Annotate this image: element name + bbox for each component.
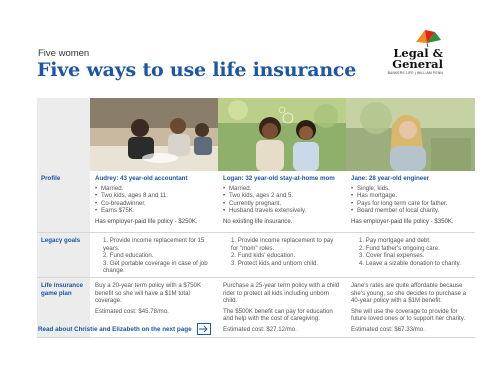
existing-policy: Has employer-paid life policy - $250K. [95,217,198,225]
profile-jane: Jane: 28 year-old engineer Single, kids.… [346,171,475,233]
table-header-blank [37,98,90,171]
plan-text: Jane's rates are quite affordable becaus… [351,282,466,305]
list-item: 1. Provide income replacement to pay for… [231,237,334,252]
goals-audrey: 1. Provide income replacement for 15 yea… [90,233,218,278]
profile-list: Married. Two kids, ages 8 and 11. Co-bre… [95,185,213,215]
goals-jane: 1. Pay mortgage and debt. 2. Fund father… [346,233,475,278]
list-item: Pays for long term care for father. [351,200,470,208]
profile-logan: Logan: 32 year-old stay-at-home mom Marr… [218,171,346,233]
photo-jane [346,98,475,171]
profile-audrey: Audrey: 43 year-old accountant Married. … [90,171,218,233]
goals-logan: 1. Provide income replacement to pay for… [218,233,346,278]
jane-photo-image [346,98,475,171]
persona-title: Jane: 28 year-old engineer [351,175,430,182]
list-item: Currently pregnant. [223,200,341,208]
list-item: 2. Fund education. [103,252,154,260]
row-label-legacy-goals: Legacy goals [37,233,90,278]
existing-policy: No existing life insurance. [223,217,293,225]
comparison-table: Profile Audrey: 43 year-old accountant M… [37,98,475,338]
list-item: 1. Pay mortgage and debt. [359,237,431,244]
goals-list: 1. Provide income replacement to pay for… [223,237,341,267]
plan-text: Purchase a 25-year term policy with a ch… [223,282,340,305]
page: Five women Five ways to use life insuran… [0,0,487,380]
list-item: Has mortgage. [351,192,470,200]
photo-audrey [90,98,218,171]
list-item: 4. Leave a sizable donation to charity. [359,259,461,267]
list-item: Earns $75K. [95,207,213,215]
plan-text: Buy a 20-year term policy with a $750K b… [95,282,202,305]
arrow-right-icon[interactable] [196,323,211,335]
audrey-photo-image [90,98,218,171]
list-item: Two kids, ages 8 and 11. [95,192,213,200]
list-item: Two kids, ages 2 and 5. [223,192,341,200]
next-page-link[interactable]: Read about Christie and Elizabeth on the… [38,323,211,335]
list-item: 1. Provide income replacement for 15 yea… [103,237,205,252]
goals-list: 1. Pay mortgage and debt. 2. Fund father… [351,237,470,267]
logo-wordmark: Legal & General [392,46,443,71]
page-title: Five ways to use life insurance [37,59,357,81]
plan-jane: Jane's rates are quite affordable becaus… [346,278,475,338]
plan-text: She will use the coverage to provide for… [351,307,466,323]
list-item: 2. Fund father's ongoing care. [359,244,440,252]
list-item: 2. Fund kids' education. [231,252,296,260]
list-item: 3. Cover final expenses. [359,252,425,260]
list-item: Co-breadwinner. [95,200,213,208]
list-item: Board member of local charity. [351,207,470,215]
list-item: Married. [223,185,341,193]
plan-text: The $500K benefit can pay for education … [223,307,333,323]
list-item: Husband travels extensively. [223,207,341,215]
eyebrow: Five women [38,48,90,59]
row-label-profile: Profile [37,171,90,233]
logan-photo-image [218,98,346,171]
persona-title: Logan: 32 year-old stay-at-home mom [223,175,335,182]
existing-policy: Has employer-paid life policy - $350K. [351,217,454,225]
goals-list: 1. Provide income replacement for 15 yea… [95,237,213,275]
profile-list: Married. Two kids, ages 2 and 5. Current… [223,185,341,215]
estimated-cost: Estimated cost: $67.33/mo. [351,325,425,333]
list-item: Married. [95,185,213,193]
legal-general-logo: Legal & General BANKERS LIFE | WILLIAM P… [371,26,443,88]
umbrella-icon [416,30,441,48]
profile-list: Single, kids. Has mortgage. Pays for lon… [351,185,470,215]
persona-title: Audrey: 43 year-old accountant [95,175,188,182]
plan-logan: Purchase a 25-year term policy with a ch… [218,278,346,338]
estimated-cost: Estimated cost: $45.78/mo. [95,307,169,315]
logo-tagline: BANKERS LIFE | WILLIAM PENN [387,71,443,75]
next-page-link-text[interactable]: Read about Christie and Elizabeth on the… [38,326,192,333]
list-item: Single, kids. [351,185,470,193]
estimated-cost: Estimated cost: $27.12/mo. [223,325,297,333]
list-item: 3. Get portable coverage in case of job … [103,259,208,275]
photo-logan [218,98,346,171]
list-item: 3. Protect kids and unborn child. [231,259,319,267]
